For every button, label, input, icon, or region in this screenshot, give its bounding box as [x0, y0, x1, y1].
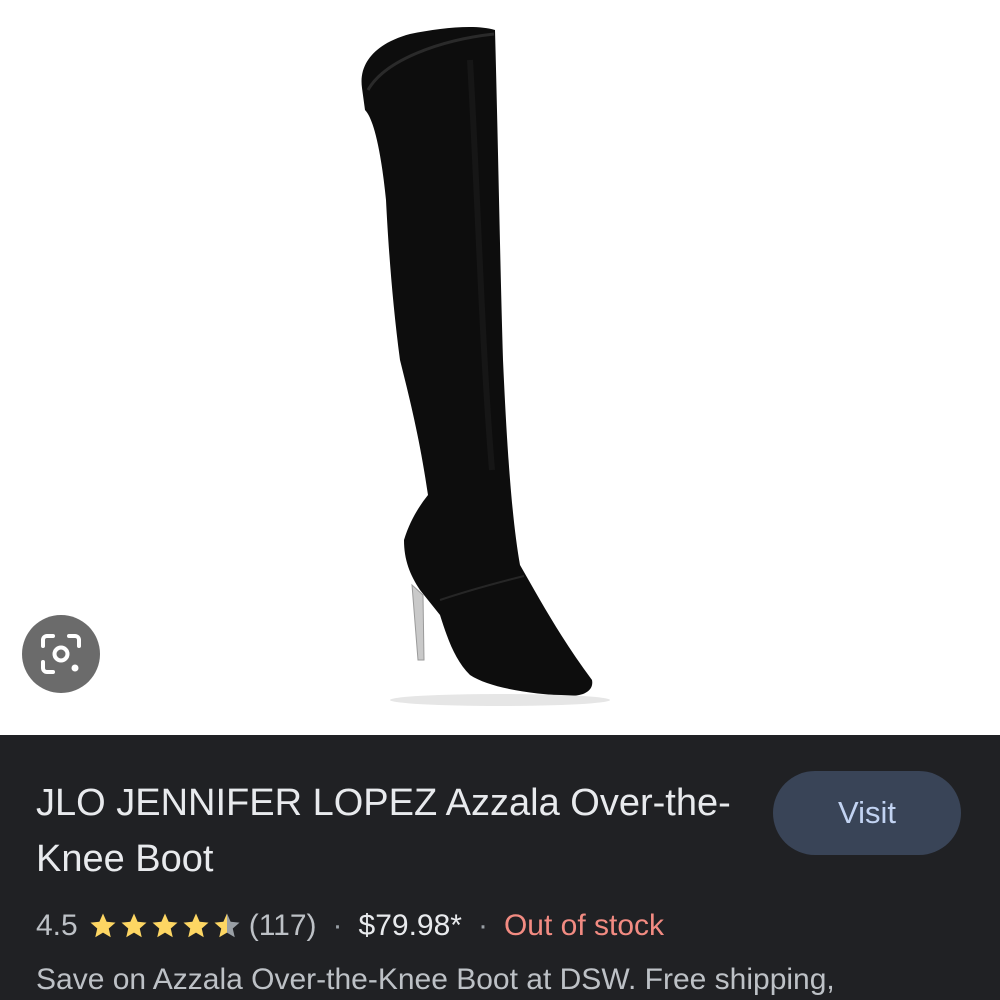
rating-value: 4.5: [36, 909, 78, 942]
stock-status: Out of stock: [503, 909, 665, 942]
boot-image: [361, 27, 610, 706]
product-meta-row: 4.5 (117) · $79.98* · Out of stock: [36, 903, 664, 949]
star-icon: [183, 913, 209, 938]
product-info-panel: JLO JENNIFER LOPEZ Azzala Over-the-Knee …: [0, 735, 1000, 1000]
rating-stars: [88, 911, 243, 941]
product-title[interactable]: JLO JENNIFER LOPEZ Azzala Over-the-Knee …: [36, 775, 736, 887]
star-icon: [121, 913, 147, 938]
separator: ·: [332, 909, 343, 942]
visit-button[interactable]: Visit: [773, 771, 961, 855]
product-image[interactable]: [0, 0, 1000, 735]
separator: ·: [477, 909, 488, 942]
review-count[interactable]: (117): [249, 909, 317, 943]
star-icon: [90, 913, 116, 938]
product-snippet: Save on Azzala Over-the-Knee Boot at DSW…: [36, 963, 835, 996]
star-icon: [152, 913, 178, 938]
google-lens-icon: [41, 634, 81, 674]
star-icon: [214, 913, 240, 938]
price: $79.98*: [358, 909, 462, 942]
google-lens-button[interactable]: [22, 615, 100, 693]
